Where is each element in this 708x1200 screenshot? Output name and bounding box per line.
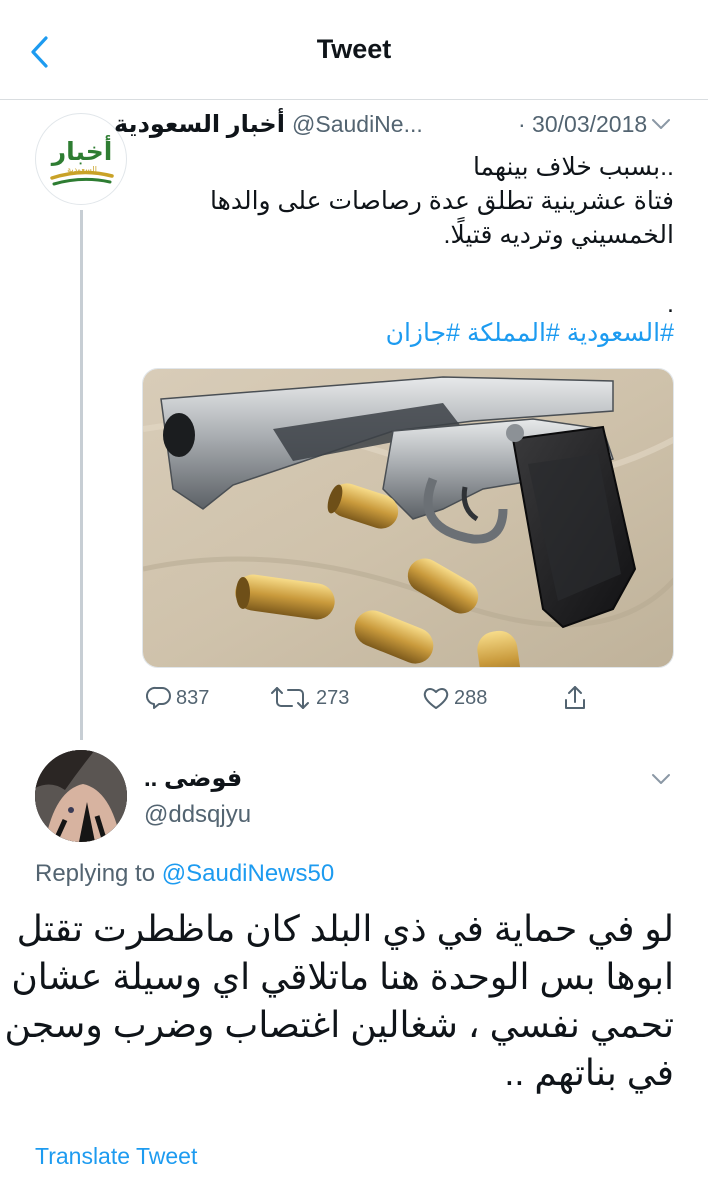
tweet-date[interactable]: · 30/03/2018 [518, 111, 647, 138]
reply-author-handle[interactable]: @ddsqjyu [144, 801, 251, 829]
reply-text-line: لو في حماية في ذي البلد كان ماظطرت تقتل [16, 908, 674, 949]
translate-tweet-link[interactable]: Translate Tweet [35, 1143, 197, 1170]
retweet-button[interactable]: 273 [268, 678, 349, 718]
like-count: 288 [454, 686, 488, 709]
reply-author-name[interactable]: فوضى .. [144, 764, 242, 793]
author-name[interactable]: أخبار السعودية [114, 110, 285, 139]
reply-button[interactable]: 837 [146, 678, 209, 718]
thread-connector-line [80, 210, 83, 740]
replying-to: Replying to @SaudiNews50 [35, 860, 334, 888]
reply-count: 837 [176, 686, 210, 709]
hashtag-link[interactable]: #جازان [386, 319, 460, 347]
chevron-down-icon[interactable] [650, 117, 672, 131]
chevron-down-icon[interactable] [650, 772, 672, 786]
tweet-text: ..بسبب خلاف بينهما فتاة عشرينية تطلق عدة… [154, 150, 674, 252]
tweet-media-image[interactable] [142, 368, 674, 668]
hashtag-link[interactable]: #المملكة [467, 319, 560, 347]
tweet-text-dot: . [667, 290, 674, 318]
retweet-count: 273 [316, 686, 350, 709]
replying-prefix: Replying to [35, 860, 156, 887]
like-button[interactable]: 288 [422, 678, 487, 718]
tweet-text-line: فتاة عشرينية تطلق عدة رصاصات على والدها [210, 187, 674, 215]
share-button[interactable] [562, 678, 588, 718]
tweet-text-line: ..بسبب خلاف بينهما [472, 153, 674, 181]
reply-text-line: ابوها بس الوحدة هنا ماتلاقي اي وسيلة عشا… [11, 956, 674, 997]
replying-mention-link[interactable]: @SaudiNews50 [162, 860, 334, 887]
author-handle[interactable]: @SaudiNe... [292, 111, 423, 138]
tweet-text-line: الخمسيني وترديه قتيلًا. [443, 221, 675, 249]
share-icon [565, 686, 585, 709]
reply-icon [146, 686, 171, 709]
avatar-logo-text: أخبار [50, 135, 113, 166]
page-title: Tweet [316, 34, 392, 64]
top-bar: Tweet [0, 0, 708, 100]
heart-icon [423, 688, 449, 709]
tweet-header: أخبار السعودية @SaudiNe... · 30/03/2018 [114, 108, 674, 142]
tweet-action-bar: 837 273 288 [142, 678, 674, 718]
hashtags: #السعودية #المملكة #جازان [386, 318, 674, 348]
reply-text: لو في حماية في ذي البلد كان ماظطرت تقتل … [4, 905, 674, 1097]
retweet-icon [271, 687, 309, 709]
reply-text-line: تحمي نفسي ، شغالين اغتصاب وضرب وسجن [4, 1004, 674, 1045]
hashtag-link[interactable]: #السعودية [567, 319, 674, 347]
avatar[interactable] [35, 750, 127, 842]
reply-text-line: في بناتهم .. [504, 1052, 674, 1093]
